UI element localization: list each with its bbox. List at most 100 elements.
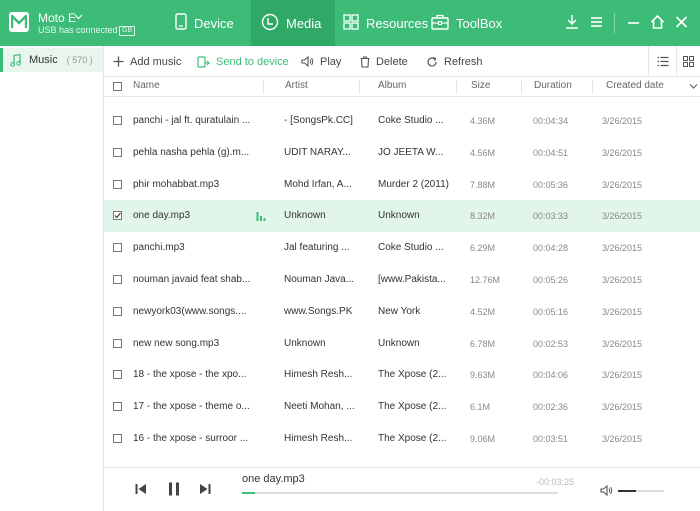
track-size: 7.88M xyxy=(470,180,496,190)
table-row[interactable]: one day.mp3 Unknown Unknown 8.32M 00:03:33 3/… xyxy=(104,200,700,232)
table-row[interactable]: panchi - jal ft. quratulain ... - [SongsP… xyxy=(104,105,700,137)
home-icon[interactable] xyxy=(650,14,665,30)
track-name: one day.mp3 xyxy=(133,210,191,221)
track-created-date: 3/26/2015 xyxy=(602,370,643,380)
row-checkbox[interactable] xyxy=(113,307,122,316)
track-created-date: 3/26/2015 xyxy=(602,243,643,253)
row-checkbox[interactable] xyxy=(113,243,122,252)
table-row[interactable]: nouman javaid feat shab... Nouman Java...… xyxy=(104,264,700,296)
sidebar-item-music[interactable]: Music ( 570 ) xyxy=(0,48,103,72)
send-to-device-button[interactable]: Send to device xyxy=(197,46,289,77)
track-album: Murder 2 (2011) xyxy=(378,179,449,190)
table-row[interactable]: newyork03(www.songs.... www.Songs.PK New Y… xyxy=(104,296,700,328)
tab-device[interactable]: Device xyxy=(175,0,234,46)
track-album: JO JEETA W... xyxy=(378,147,444,158)
row-checkbox[interactable] xyxy=(113,180,122,189)
column-divider xyxy=(521,80,522,94)
track-artist: Nouman Java... xyxy=(284,274,355,285)
row-checkbox[interactable] xyxy=(113,211,122,220)
track-created-date: 3/26/2015 xyxy=(602,339,643,349)
track-artist: Himesh Resh... xyxy=(284,369,353,380)
column-header-created-date[interactable]: Created date xyxy=(606,77,664,97)
track-duration: 00:04:28 xyxy=(533,243,569,253)
sidebar-item-label: Music xyxy=(29,54,58,66)
table-row[interactable]: phir mohabbat.mp3 Mohd Irfan, A... Murder … xyxy=(104,169,700,201)
row-checkbox[interactable] xyxy=(113,370,122,379)
track-duration: 00:05:16 xyxy=(533,307,569,317)
progress-fill xyxy=(242,492,255,494)
window-controls-divider xyxy=(614,13,615,33)
row-checkbox[interactable] xyxy=(113,148,122,157)
track-created-date: 3/26/2015 xyxy=(602,148,643,158)
play-button[interactable]: Play xyxy=(301,46,341,77)
list-view-button[interactable] xyxy=(648,46,676,77)
track-album: [www.Pakista... xyxy=(378,274,446,285)
grid-icon xyxy=(343,13,359,33)
next-icon[interactable] xyxy=(199,483,211,495)
track-created-date: 3/26/2015 xyxy=(602,434,643,444)
tab-media[interactable]: Media xyxy=(251,0,335,46)
track-size: 4.36M xyxy=(470,116,496,126)
track-album: New York xyxy=(378,306,421,317)
row-checkbox[interactable] xyxy=(113,402,122,411)
remaining-time: -00:03:25 xyxy=(536,477,575,487)
close-icon[interactable] xyxy=(675,14,688,30)
send-to-device-label: Send to device xyxy=(216,55,289,68)
prev-icon[interactable] xyxy=(135,483,147,495)
device-name[interactable]: Moto E xyxy=(38,11,76,25)
table-row[interactable]: panchi.mp3 Jal featuring ... Coke Studio .… xyxy=(104,232,700,264)
track-artist: - [SongsPk.CC] xyxy=(284,115,353,126)
table-row[interactable]: new new song.mp3 Unknown Unknown 6.78M 00:02… xyxy=(104,328,700,360)
track-size: 9.63M xyxy=(470,370,496,380)
table-row[interactable]: 18 - the xpose - the xpo... Himesh Resh..… xyxy=(104,359,700,391)
track-duration: 00:04:51 xyxy=(533,148,569,158)
select-all-checkbox[interactable] xyxy=(113,82,122,91)
menu-icon[interactable] xyxy=(590,14,603,30)
sort-chevron-icon[interactable] xyxy=(689,83,698,90)
track-duration: 00:04:34 xyxy=(533,116,569,126)
tab-resources-label: Resources xyxy=(366,15,429,31)
track-duration: 00:02:36 xyxy=(533,402,569,412)
track-name: 18 - the xpose - the xpo... xyxy=(133,369,247,380)
track-size: 9.06M xyxy=(470,434,496,444)
table-row[interactable]: 16 - the xpose - surroor ... Himesh Resh.… xyxy=(104,423,700,455)
tab-resources[interactable]: Resources xyxy=(343,0,428,46)
column-header-album[interactable]: Album xyxy=(378,77,406,97)
speaker-icon xyxy=(301,56,314,67)
column-header-name[interactable]: Name xyxy=(133,77,160,97)
column-header-size[interactable]: Size xyxy=(471,77,490,97)
progress-bar[interactable] xyxy=(242,492,558,494)
track-artist: Jal featuring ... xyxy=(284,242,350,253)
tab-device-label: Device xyxy=(194,15,234,31)
row-checkbox[interactable] xyxy=(113,275,122,284)
track-duration: 00:05:26 xyxy=(533,275,569,285)
column-header-duration[interactable]: Duration xyxy=(534,77,572,97)
sidebar-item-count: ( 570 ) xyxy=(66,55,93,65)
add-music-button[interactable]: Add music xyxy=(113,46,181,77)
track-album: The Xpose (2... xyxy=(378,369,447,380)
chevron-down-icon[interactable] xyxy=(74,12,83,21)
refresh-button[interactable]: Refresh xyxy=(426,46,483,77)
row-checkbox[interactable] xyxy=(113,339,122,348)
track-album: Unknown xyxy=(378,338,420,349)
tab-toolbox[interactable]: ToolBox xyxy=(431,0,502,46)
download-icon[interactable] xyxy=(565,14,579,30)
table-row[interactable]: pehla nasha pehla (g).m... UDIT NARAY... J… xyxy=(104,137,700,169)
track-artist: Mohd Irfan, A... xyxy=(284,179,352,190)
pause-icon[interactable] xyxy=(168,482,180,496)
volume-icon[interactable] xyxy=(600,485,613,496)
row-checkbox[interactable] xyxy=(113,116,122,125)
play-label: Play xyxy=(320,55,342,68)
track-duration: 00:03:33 xyxy=(533,211,569,221)
minimize-icon[interactable] xyxy=(627,14,640,30)
volume-slider[interactable] xyxy=(618,490,664,492)
table-row[interactable]: 17 - the xpose - theme o... Neeti Mohan, … xyxy=(104,391,700,423)
media-icon xyxy=(261,13,279,34)
trash-icon xyxy=(360,55,370,68)
column-header-artist[interactable]: Artist xyxy=(285,77,308,97)
track-created-date: 3/26/2015 xyxy=(602,180,643,190)
delete-button[interactable]: Delete xyxy=(360,46,408,77)
track-created-date: 3/26/2015 xyxy=(602,402,643,412)
row-checkbox[interactable] xyxy=(113,434,122,443)
grid-view-button[interactable] xyxy=(676,46,700,77)
